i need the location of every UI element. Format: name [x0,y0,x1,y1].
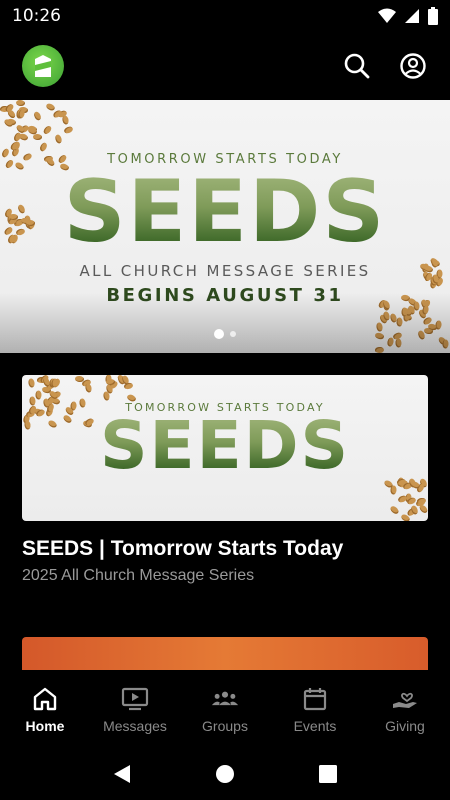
church-logo-icon[interactable] [22,45,64,87]
nav-label-home: Home [25,717,65,734]
giving-heart-hand-icon [391,685,419,713]
status-icons [378,7,438,25]
nav-groups[interactable]: Groups [180,685,270,734]
nav-label-messages: Messages [103,717,167,734]
account-icon [400,53,426,79]
wifi-icon [378,8,396,23]
hero-subtitle: ALL CHURCH MESSAGE SERIES [79,262,371,280]
back-icon[interactable] [112,763,132,785]
nav-messages[interactable]: Messages [90,685,180,734]
status-bar: 10:26 [0,0,450,32]
card-title[interactable]: SEEDS | Tomorrow Starts Today [22,537,428,561]
featured-card-image[interactable]: TOMORROW STARTS TODAY SEEDS [22,375,428,521]
app-bar [0,32,450,100]
hero-title: SEEDS [0,162,450,262]
carousel-dot[interactable] [230,331,236,337]
status-time: 10:26 [12,6,61,26]
nav-label-groups: Groups [202,717,248,734]
hero-banner[interactable]: TOMORROW STARTS TODAY SEEDS ALL CHURCH M… [0,100,450,353]
card-image-title: SEEDS [22,407,428,484]
featured-card[interactable]: TOMORROW STARTS TODAY SEEDS SEEDS | Tomo… [22,375,428,585]
home-circle-icon[interactable] [215,764,235,784]
nav-home[interactable]: Home [0,685,90,734]
battery-icon [428,7,438,25]
home-icon [31,685,59,713]
search-button[interactable] [342,51,372,81]
groups-icon [211,685,239,713]
search-icon [344,53,370,79]
calendar-icon [301,685,329,713]
system-nav-bar [0,748,450,800]
account-button[interactable] [398,51,428,81]
tv-play-icon [121,685,149,713]
nav-events[interactable]: Events [270,685,360,734]
bottom-nav: Home Messages Groups Events Giving [0,670,450,748]
nav-label-giving: Giving [385,717,425,734]
nav-label-events: Events [293,717,337,734]
card-subtitle: 2025 All Church Message Series [22,567,255,584]
cell-signal-icon [405,9,419,23]
nav-giving[interactable]: Giving [360,685,450,734]
carousel-indicator[interactable] [0,329,450,339]
recents-icon[interactable] [318,764,338,784]
carousel-dot-active[interactable] [214,329,224,339]
